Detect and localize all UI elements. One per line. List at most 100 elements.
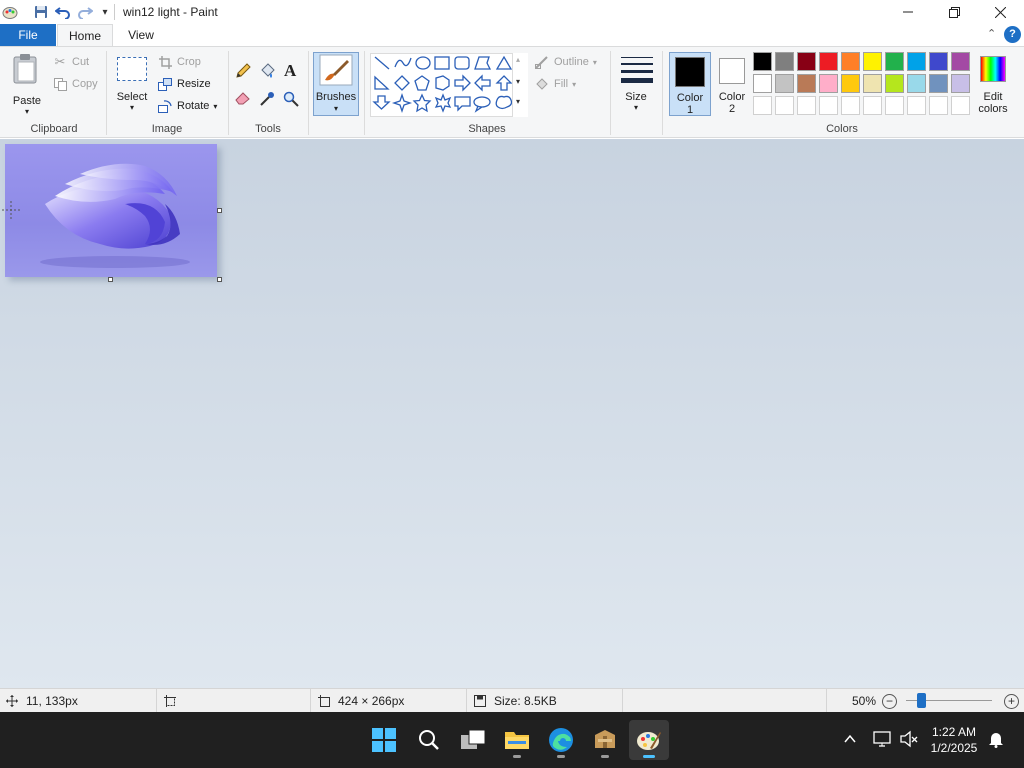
- tab-home[interactable]: Home: [57, 24, 113, 47]
- color1-button[interactable]: Color 1: [669, 52, 711, 116]
- crop-button[interactable]: Crop: [157, 53, 201, 71]
- palette-color-swatch[interactable]: [929, 74, 948, 93]
- canvas-area[interactable]: [0, 139, 1024, 688]
- select-button[interactable]: Select ▾: [112, 51, 152, 115]
- status-divider: [826, 689, 827, 712]
- undo-icon[interactable]: [55, 4, 71, 20]
- custom-color-slot[interactable]: [863, 96, 882, 115]
- network-icon[interactable]: [873, 730, 893, 750]
- edit-colors-button[interactable]: Edit colors: [973, 52, 1013, 116]
- palette-color-swatch[interactable]: [797, 74, 816, 93]
- start-button[interactable]: [364, 720, 404, 760]
- shapes-scroll-down-icon[interactable]: ▾: [516, 77, 520, 86]
- custom-color-slot[interactable]: [841, 96, 860, 115]
- task-view-button[interactable]: [453, 720, 493, 760]
- custom-color-slot[interactable]: [753, 96, 772, 115]
- palette-color-swatch[interactable]: [775, 74, 794, 93]
- custom-color-slot[interactable]: [775, 96, 794, 115]
- zoom-slider-thumb[interactable]: [916, 693, 926, 708]
- speaker-muted-icon[interactable]: [899, 730, 919, 750]
- notification-bell-icon[interactable]: [988, 730, 1006, 750]
- palette-color-swatch[interactable]: [841, 74, 860, 93]
- palette-color-swatch[interactable]: [885, 52, 904, 71]
- brushes-button[interactable]: Brushes ▾: [313, 52, 359, 116]
- color-picker-icon[interactable]: [259, 91, 277, 109]
- palette-color-swatch[interactable]: [951, 52, 970, 71]
- copy-button[interactable]: Copy: [52, 75, 98, 93]
- resize-handle-bottom[interactable]: [108, 277, 113, 282]
- custom-color-slot[interactable]: [907, 96, 926, 115]
- outline-button[interactable]: Outline ▾: [534, 53, 597, 71]
- select-dropdown-icon: ▾: [129, 103, 134, 112]
- running-indicator: [557, 755, 565, 758]
- chevron-up-icon[interactable]: [843, 732, 859, 748]
- package-icon: [595, 730, 615, 748]
- fill-button[interactable]: Fill ▾: [534, 75, 576, 93]
- zoom-out-button[interactable]: −: [882, 694, 897, 709]
- paint-app-icon[interactable]: [2, 4, 18, 20]
- edge-button[interactable]: [541, 720, 581, 760]
- palette-color-swatch[interactable]: [863, 74, 882, 93]
- size-dropdown-icon: ▾: [633, 103, 638, 112]
- shapes-expand-icon[interactable]: ▾: [516, 97, 520, 106]
- color2-button[interactable]: Color 2: [712, 52, 752, 116]
- collapse-ribbon-icon[interactable]: ⌃: [987, 27, 996, 40]
- rotate-button[interactable]: Rotate ▾: [157, 97, 217, 115]
- save-icon[interactable]: [33, 4, 49, 20]
- palette-color-swatch[interactable]: [841, 52, 860, 71]
- help-icon[interactable]: ?: [1004, 26, 1021, 43]
- custom-color-slot[interactable]: [885, 96, 904, 115]
- resize-button[interactable]: Resize: [157, 75, 211, 93]
- pencil-icon[interactable]: [235, 63, 253, 81]
- image-canvas[interactable]: [5, 144, 217, 277]
- shapes-scroll-up-icon[interactable]: ▴: [516, 55, 520, 64]
- resize-handle-right[interactable]: [217, 208, 222, 213]
- custom-color-slot[interactable]: [951, 96, 970, 115]
- tab-file[interactable]: File: [0, 24, 56, 46]
- magnifier-icon[interactable]: [283, 91, 301, 109]
- crosshair-cursor-icon: [2, 201, 20, 219]
- palette-color-swatch[interactable]: [929, 52, 948, 71]
- file-explorer-button[interactable]: [497, 720, 537, 760]
- text-tool-icon[interactable]: A: [284, 61, 302, 80]
- fill-bucket-icon[interactable]: [259, 63, 277, 81]
- store-button[interactable]: [585, 720, 625, 760]
- palette-color-swatch[interactable]: [797, 52, 816, 71]
- size-button[interactable]: Size ▾: [616, 51, 656, 115]
- search-button[interactable]: [409, 720, 449, 760]
- restore-button[interactable]: [931, 0, 977, 24]
- resize-handle-corner[interactable]: [217, 277, 222, 282]
- palette-color-swatch[interactable]: [907, 52, 926, 71]
- palette-color-swatch[interactable]: [753, 52, 772, 71]
- ribbon-separator: [610, 51, 611, 135]
- close-button[interactable]: [977, 0, 1023, 24]
- palette-color-swatch[interactable]: [775, 52, 794, 71]
- custom-color-slot[interactable]: [929, 96, 948, 115]
- cut-button[interactable]: ✂ Cut: [52, 53, 90, 71]
- rotate-label: Rotate: [177, 100, 210, 112]
- palette-color-swatch[interactable]: [753, 74, 772, 93]
- tab-view[interactable]: View: [118, 24, 164, 46]
- paste-dropdown-icon: ▾: [24, 107, 29, 116]
- paste-button[interactable]: Paste ▾: [8, 51, 46, 116]
- custom-color-slot[interactable]: [797, 96, 816, 115]
- palette-color-swatch[interactable]: [951, 74, 970, 93]
- palette-color-swatch[interactable]: [819, 74, 838, 93]
- shapes-scroll[interactable]: ▴ ▾ ▾: [512, 53, 528, 117]
- zoom-in-button[interactable]: +: [1004, 694, 1019, 709]
- palette-color-swatch[interactable]: [885, 74, 904, 93]
- minimize-button[interactable]: [885, 0, 931, 24]
- search-icon: [419, 730, 439, 750]
- palette-color-swatch[interactable]: [863, 52, 882, 71]
- customize-qat-icon[interactable]: ▾: [97, 4, 113, 20]
- file-size-text: Size: 8.5KB: [494, 693, 557, 708]
- palette-color-swatch[interactable]: [819, 52, 838, 71]
- paint-taskbar-button[interactable]: [629, 720, 669, 760]
- scissors-icon: ✂: [54, 54, 66, 69]
- eraser-icon[interactable]: [235, 91, 253, 109]
- palette-color-swatch[interactable]: [907, 74, 926, 93]
- redo-icon[interactable]: [77, 4, 93, 20]
- custom-color-slot[interactable]: [819, 96, 838, 115]
- clock[interactable]: 1:22 AM 1/2/2025: [922, 724, 986, 756]
- move-cursor-icon: [4, 693, 20, 709]
